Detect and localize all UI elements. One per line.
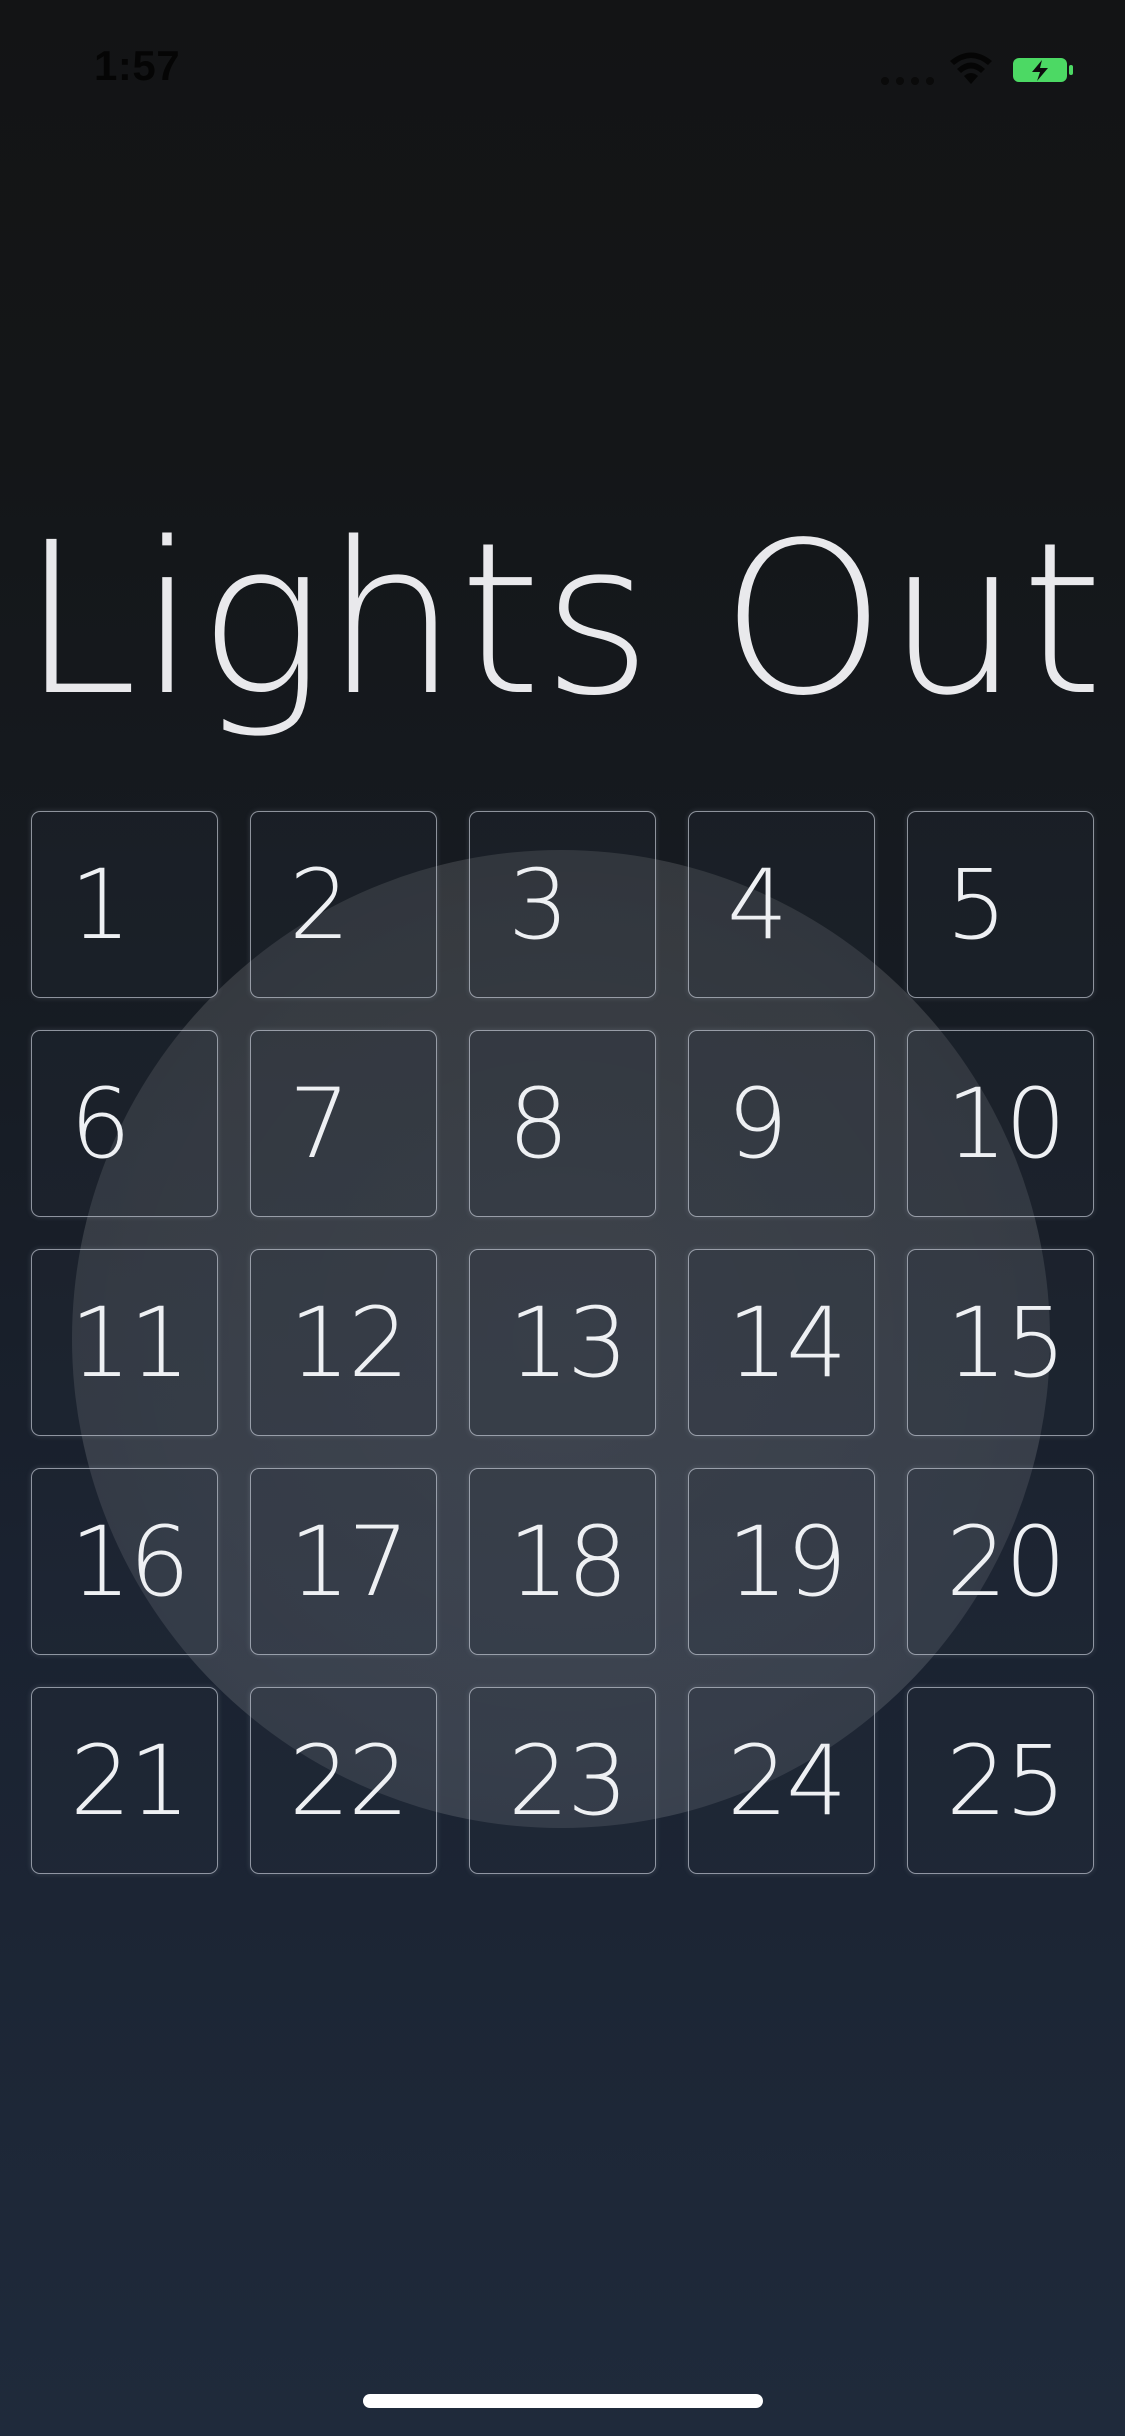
battery-charging-icon [1013,58,1073,82]
light-cell-number: 10 [946,1068,1066,1180]
light-cell-1[interactable]: 1 [31,811,218,998]
light-cell-number: 12 [289,1287,409,1399]
light-cell-10[interactable]: 10 [907,1030,1094,1217]
light-cell-number: 18 [508,1506,628,1618]
light-cell-number: 3 [508,849,569,961]
light-cell-20[interactable]: 20 [907,1468,1094,1655]
light-cell-21[interactable]: 21 [31,1687,218,1874]
light-cell-number: 22 [289,1725,409,1837]
light-cell-4[interactable]: 4 [688,811,875,998]
light-cell-16[interactable]: 16 [31,1468,218,1655]
light-cell-15[interactable]: 15 [907,1249,1094,1436]
light-cell-number: 19 [727,1506,847,1618]
light-cell-19[interactable]: 19 [688,1468,875,1655]
light-cell-number: 2 [289,849,350,961]
light-cell-24[interactable]: 24 [688,1687,875,1874]
light-cell-number: 7 [289,1068,350,1180]
light-cell-number: 11 [70,1287,190,1399]
light-cell-number: 23 [508,1725,628,1837]
light-cell-7[interactable]: 7 [250,1030,437,1217]
light-cell-number: 24 [727,1725,847,1837]
light-cell-23[interactable]: 23 [469,1687,656,1874]
light-cell-5[interactable]: 5 [907,811,1094,998]
light-cell-number: 25 [946,1725,1066,1837]
light-cell-number: 20 [946,1506,1066,1618]
light-cell-number: 8 [508,1068,569,1180]
light-cell-number: 1 [70,849,131,961]
light-cell-number: 17 [289,1506,409,1618]
light-cell-number: 15 [946,1287,1066,1399]
light-cell-18[interactable]: 18 [469,1468,656,1655]
status-time: 1:57 [94,42,181,89]
light-cell-22[interactable]: 22 [250,1687,437,1874]
light-cell-number: 16 [70,1506,190,1618]
signal-icon [881,77,934,85]
light-cell-number: 6 [70,1068,131,1180]
wifi-icon [950,52,992,84]
status-bar: 1:57 [0,0,1125,132]
light-cell-25[interactable]: 25 [907,1687,1094,1874]
app-title: Lights Out [20,497,1105,742]
light-cell-number: 4 [727,849,788,961]
light-cell-11[interactable]: 11 [31,1249,218,1436]
light-cell-8[interactable]: 8 [469,1030,656,1217]
light-cell-number: 13 [508,1287,628,1399]
light-cell-12[interactable]: 12 [250,1249,437,1436]
light-cell-13[interactable]: 13 [469,1249,656,1436]
light-cell-number: 5 [946,849,1007,961]
light-cell-17[interactable]: 17 [250,1468,437,1655]
home-indicator[interactable] [363,2394,763,2408]
light-cell-2[interactable]: 2 [250,811,437,998]
light-cell-9[interactable]: 9 [688,1030,875,1217]
light-cell-6[interactable]: 6 [31,1030,218,1217]
light-cell-3[interactable]: 3 [469,811,656,998]
light-cell-number: 21 [70,1725,190,1837]
light-cell-14[interactable]: 14 [688,1249,875,1436]
light-cell-number: 14 [727,1287,847,1399]
game-board: 1 2 3 4 5 6 7 8 9 10 11 12 13 14 15 16 17 18 19 20 21 22 23 24 2… [31,811,1094,1874]
light-cell-number: 9 [727,1068,788,1180]
